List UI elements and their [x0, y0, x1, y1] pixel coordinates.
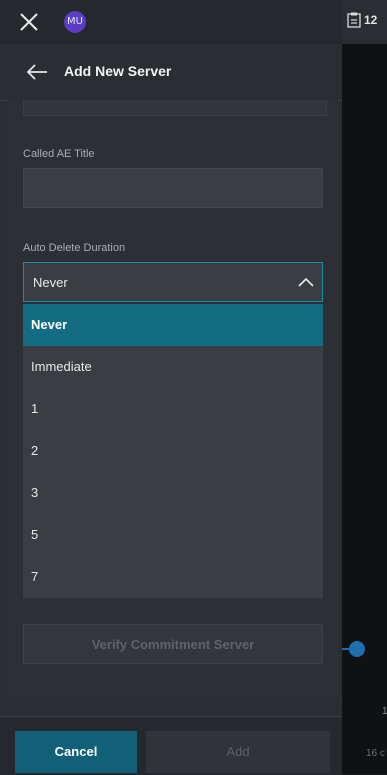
dropdown-option-5[interactable]: 5	[23, 514, 323, 556]
server-form: Called AE Title Auto Delete Duration Nev…	[9, 100, 338, 698]
called-ae-title-input[interactable]	[23, 168, 323, 208]
page-title: Add New Server	[64, 63, 172, 79]
verify-commitment-server-button[interactable]: Verify Commitment Server	[23, 624, 323, 664]
close-icon[interactable]	[17, 10, 41, 34]
avatar[interactable]: MU	[64, 11, 86, 33]
dropdown-option-3[interactable]: 3	[23, 472, 323, 514]
footer-bar: Cancel Add	[0, 716, 342, 775]
dropdown-option-7[interactable]: 7	[23, 556, 323, 598]
background-topbar: 12	[342, 0, 387, 44]
dropdown-option-1[interactable]: 1	[23, 388, 323, 430]
count-label: 12	[364, 13, 378, 27]
add-server-panel: MU Add New Server Called AE Title Auto D…	[0, 0, 342, 775]
select-value: Never	[33, 275, 68, 290]
timeline-marker[interactable]	[349, 641, 365, 657]
auto-delete-duration-select[interactable]: Never	[23, 262, 323, 302]
add-button[interactable]: Add	[146, 731, 330, 773]
top-bar: MU	[0, 0, 342, 44]
clipboard-icon[interactable]	[347, 12, 361, 28]
chevron-up-icon	[298, 277, 314, 287]
dropdown-option-2[interactable]: 2	[23, 430, 323, 472]
auto-delete-duration-dropdown: Never Immediate 1 2 3 5 7	[23, 304, 323, 598]
called-ae-title-label: Called AE Title	[23, 148, 95, 160]
dropdown-option-immediate[interactable]: Immediate	[23, 346, 323, 388]
auto-delete-duration-label: Auto Delete Duration	[23, 242, 126, 254]
back-arrow-icon[interactable]	[26, 63, 48, 81]
cancel-button[interactable]: Cancel	[15, 731, 137, 773]
page-header: Add New Server	[0, 46, 342, 101]
edge-text: 16 c	[366, 748, 385, 759]
edge-number: 1	[382, 706, 387, 717]
dropdown-option-never[interactable]: Never	[23, 304, 323, 346]
previous-field-stub	[23, 100, 327, 116]
background-view: 12 1 16 c	[342, 0, 387, 774]
